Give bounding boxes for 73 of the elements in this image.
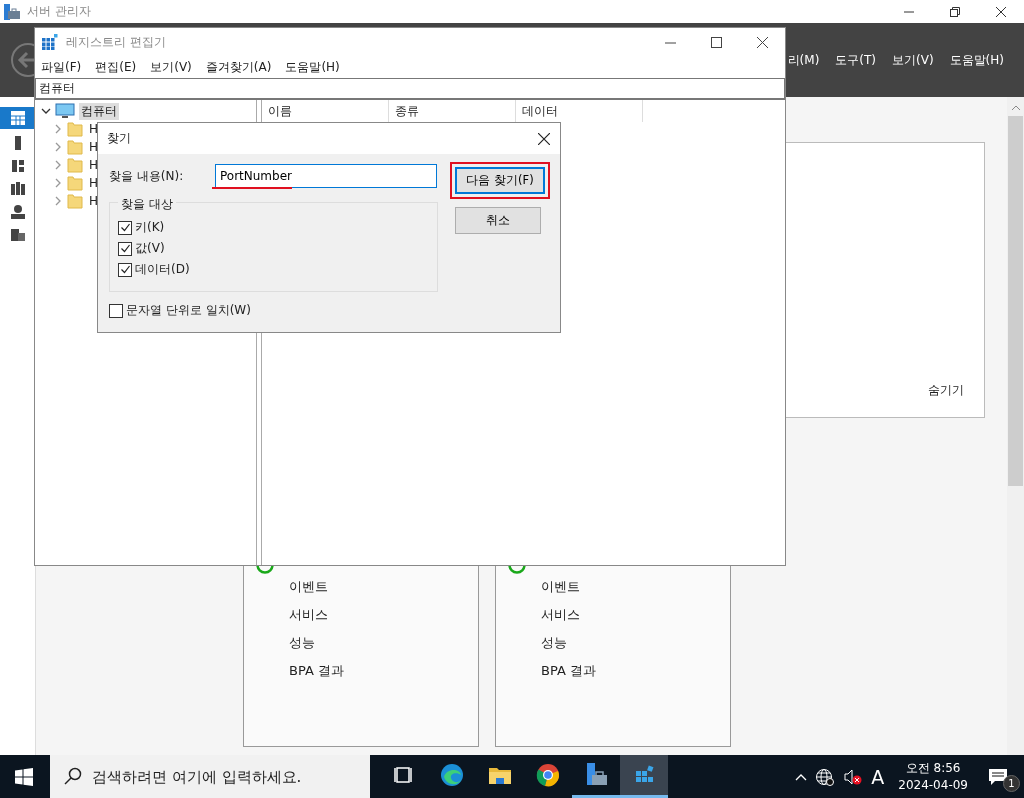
speaker-muted-icon[interactable]: [843, 767, 864, 786]
folder-icon: [67, 175, 83, 191]
notification-count-badge: 1: [1003, 774, 1020, 792]
folder-icon: [67, 139, 83, 155]
toolbox-icon: [3, 3, 21, 20]
cancel-button[interactable]: 취소: [455, 207, 541, 234]
tile-link[interactable]: BPA 결과: [541, 662, 730, 679]
tree-item[interactable]: H: [87, 176, 101, 190]
tile-link[interactable]: 이벤트: [541, 578, 730, 595]
checkbox[interactable]: [109, 303, 123, 318]
search-icon: [64, 767, 82, 785]
menu-item[interactable]: 도움말(H): [949, 51, 1004, 69]
address-field[interactable]: 컴퓨터: [35, 78, 785, 99]
status-ok-icon: [508, 566, 526, 574]
group-title: 찾을 대상: [118, 196, 176, 213]
checkbox-label[interactable]: 키(K): [135, 219, 165, 236]
tile-link[interactable]: 성능: [541, 634, 730, 651]
windows-logo-icon[interactable]: [15, 767, 33, 786]
dashboard-icon[interactable]: [9, 110, 26, 126]
chevron-down-icon[interactable]: [41, 106, 51, 116]
search-field[interactable]: 검색하려면 여기에 입력하세요.: [50, 755, 370, 798]
tile-link[interactable]: 성능: [289, 634, 478, 651]
scroll-up-icon[interactable]: [1011, 105, 1020, 110]
network-globe-icon[interactable]: [815, 767, 836, 786]
status-ok-icon: [256, 566, 274, 574]
checkbox-label[interactable]: 데이터(D): [135, 261, 190, 278]
checkbox-label[interactable]: 값(V): [135, 240, 165, 257]
dialog-title: 찾기: [107, 130, 131, 147]
window-title: 레지스트리 편집기: [66, 33, 166, 51]
checkbox[interactable]: [118, 241, 132, 256]
input-mode-indicator[interactable]: A: [871, 765, 885, 788]
menu-item[interactable]: 파일(F): [41, 58, 82, 76]
find-next-button[interactable]: 다음 찾기(F): [455, 167, 545, 194]
grid-icon[interactable]: [9, 157, 26, 174]
folder-icon: [67, 157, 83, 173]
files-icon[interactable]: [9, 226, 26, 243]
hide-link[interactable]: 숨기기: [928, 382, 964, 399]
menu-item[interactable]: 리(M): [787, 51, 820, 69]
folder-icon: [67, 193, 83, 209]
window-title: 서버 관리자: [27, 3, 91, 20]
menu-item[interactable]: 즐겨찾기(A): [205, 58, 272, 76]
user-icon[interactable]: [9, 203, 26, 220]
checkbox-label[interactable]: 문자열 단위로 일치(W): [126, 302, 251, 319]
clock-time[interactable]: 오전 8:56: [905, 759, 961, 777]
tree-item[interactable]: H: [87, 158, 101, 172]
bar-icon[interactable]: [9, 180, 26, 197]
tile-link[interactable]: 서비스: [541, 606, 730, 623]
menu-item[interactable]: 도움말(H): [285, 58, 340, 76]
browser-icon[interactable]: [439, 762, 465, 788]
clock-date[interactable]: 2024-04-09: [898, 776, 968, 794]
menu-item[interactable]: 도구(T): [835, 51, 877, 69]
registry-icon: [42, 34, 58, 50]
tile-link[interactable]: BPA 결과: [289, 662, 478, 679]
tree-item[interactable]: H: [87, 140, 101, 154]
folder-icon: [67, 121, 83, 137]
find-label: 찾을 내용(N):: [109, 167, 185, 185]
checkbox[interactable]: [118, 262, 132, 277]
tree-item[interactable]: H: [87, 122, 101, 136]
chevron-up-icon[interactable]: [795, 772, 808, 781]
tile-link[interactable]: 서비스: [289, 606, 478, 623]
menu-item[interactable]: 편집(E): [95, 58, 137, 76]
sidebar-item[interactable]: [0, 107, 35, 129]
browser-icon[interactable]: [535, 762, 561, 788]
tree-item[interactable]: H: [87, 194, 101, 208]
menu-item[interactable]: 보기(V): [892, 51, 934, 69]
find-input-field[interactable]: PortNumber: [215, 164, 437, 188]
tree-item[interactable]: 컴퓨터: [79, 102, 119, 120]
close-icon[interactable]: [538, 132, 550, 145]
computer-icon: [55, 103, 75, 119]
tile-link[interactable]: 이벤트: [289, 578, 478, 595]
menu-item[interactable]: 보기(V): [150, 58, 192, 76]
checkbox[interactable]: [118, 220, 132, 235]
notification-icon[interactable]: [988, 767, 1008, 786]
